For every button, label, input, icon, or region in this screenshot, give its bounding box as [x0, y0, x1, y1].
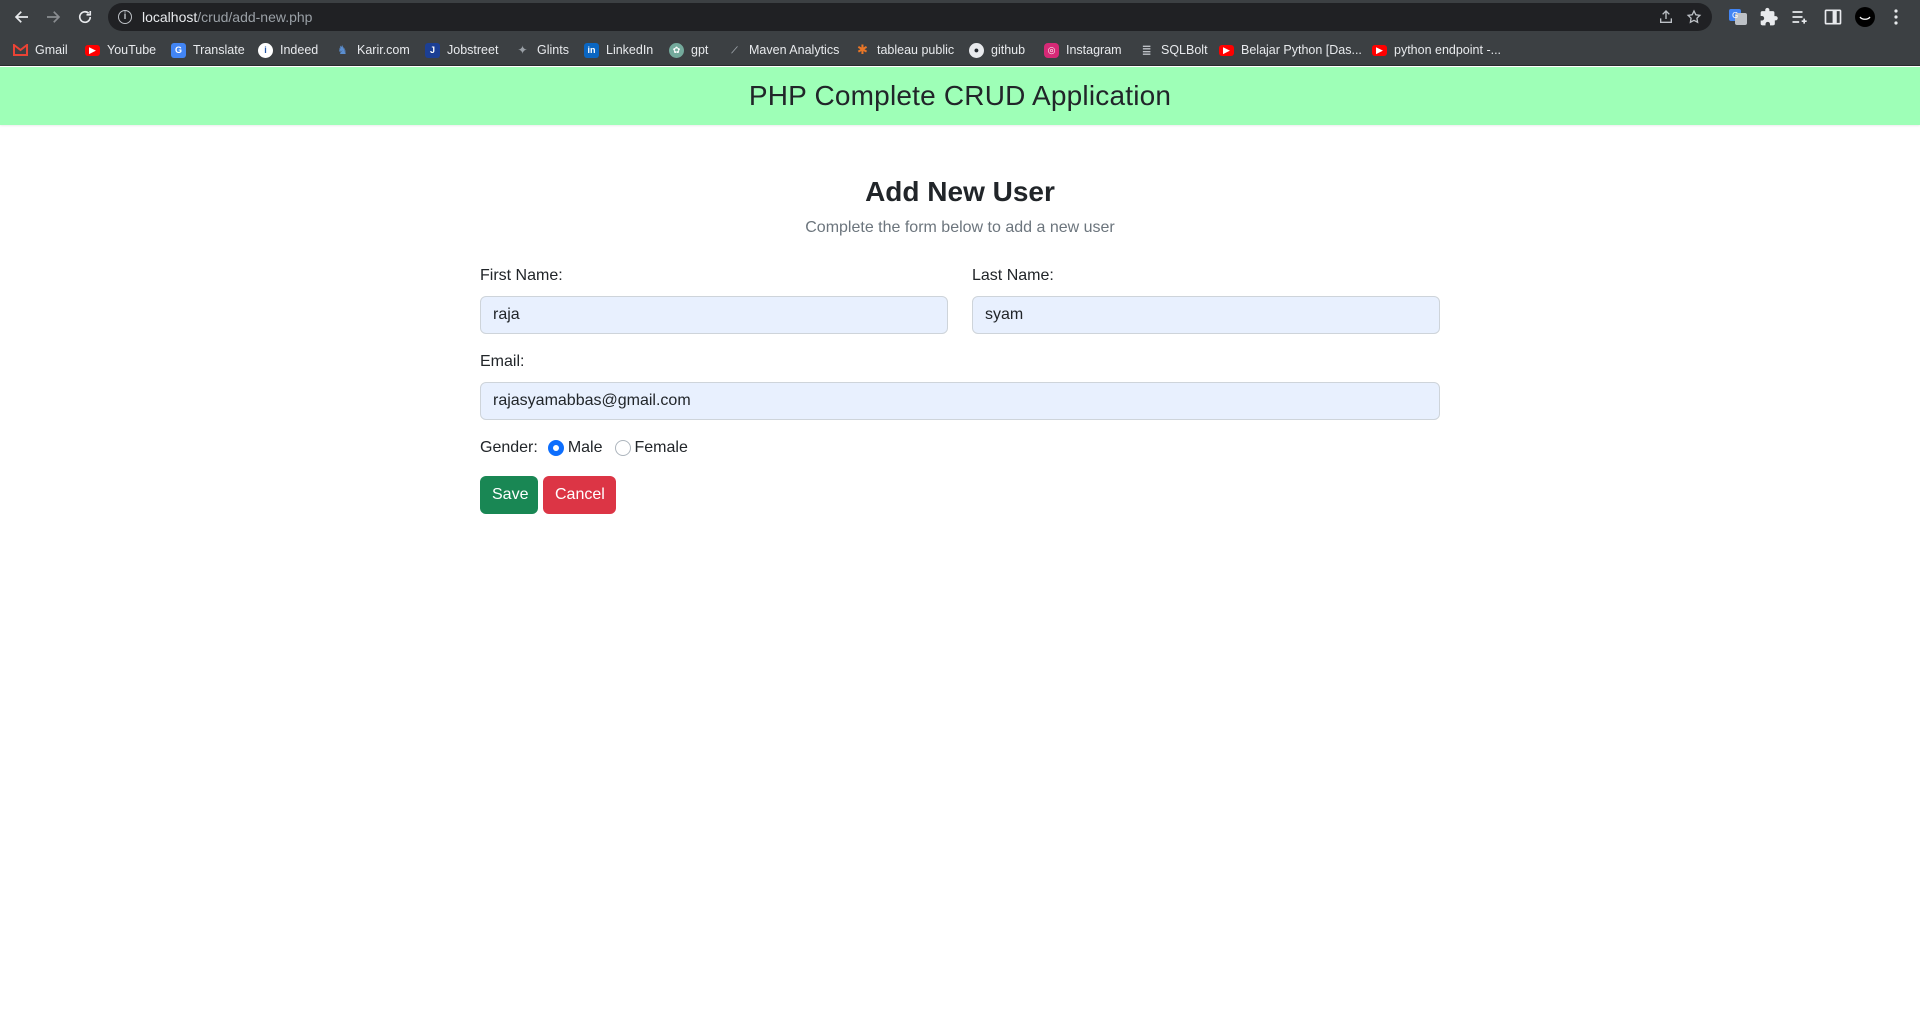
- indeed-icon: i: [258, 42, 273, 58]
- bookmark-label: Gmail: [35, 43, 68, 57]
- svg-text:G: G: [1732, 11, 1738, 20]
- bookmark-gmail[interactable]: Gmail: [13, 41, 68, 59]
- bookmark-label: LinkedIn: [606, 43, 654, 57]
- translate-icon: G: [171, 42, 186, 58]
- share-icon[interactable]: [1658, 9, 1674, 25]
- form-title: Add New User: [865, 176, 1055, 207]
- google-translate-extension-icon[interactable]: G: [1728, 7, 1748, 27]
- reading-list-icon[interactable]: [1790, 7, 1810, 27]
- profile-avatar-icon[interactable]: [1855, 7, 1875, 27]
- bookmark-maven-analytics[interactable]: ⟋ Maven Analytics: [727, 41, 839, 59]
- bookmark-label: Instagram: [1066, 43, 1122, 57]
- url-host: localhost: [142, 9, 198, 25]
- bookmark-sqlbolt[interactable]: ≣ SQLBolt: [1139, 41, 1208, 59]
- form-subtitle: Complete the form below to add a new use…: [805, 219, 1115, 236]
- bookmark-python-endpoint[interactable]: ▶ python endpoint -...: [1372, 41, 1501, 59]
- bookmark-label: github: [991, 43, 1026, 57]
- bookmark-star-icon[interactable]: [1686, 9, 1702, 25]
- bookmark-label: Karir.com: [357, 43, 410, 57]
- gender-male-label[interactable]: Male: [568, 439, 603, 457]
- forward-icon[interactable]: [40, 4, 66, 30]
- side-panel-icon[interactable]: [1823, 7, 1843, 27]
- bookmark-label: Translate: [193, 43, 245, 57]
- bookmark-label: Glints: [537, 43, 569, 57]
- instagram-icon: ◎: [1044, 42, 1059, 58]
- first-name-label: First Name:: [480, 267, 563, 284]
- address-bar[interactable]: i localhost/crud/add-new.php: [108, 3, 1712, 31]
- bookmark-label: gpt: [691, 43, 709, 57]
- bookmark-indeed[interactable]: i Indeed: [258, 41, 318, 59]
- bookmark-translate[interactable]: G Translate: [171, 41, 245, 59]
- karir-icon: ♞: [337, 43, 348, 57]
- extensions-puzzle-icon[interactable]: [1759, 7, 1779, 27]
- jobstreet-icon: J: [425, 42, 440, 58]
- gender-male-radio[interactable]: [547, 440, 564, 456]
- github-icon: ●: [969, 42, 984, 58]
- gender-female-label[interactable]: Female: [635, 439, 688, 457]
- bookmark-label: SQLBolt: [1161, 43, 1208, 57]
- browser-menu-icon[interactable]: [1886, 7, 1906, 27]
- url-path: /crud/add-new.php: [197, 9, 313, 25]
- tableau-icon: ✱: [857, 42, 868, 57]
- bookmark-youtube[interactable]: ▶ YouTube: [85, 41, 156, 59]
- site-info-icon[interactable]: i: [118, 10, 132, 24]
- last-name-label: Last Name:: [972, 267, 1054, 284]
- youtube-icon: ▶: [1219, 44, 1234, 56]
- youtube-icon: ▶: [1372, 44, 1387, 56]
- bookmark-instagram[interactable]: ◎ Instagram: [1044, 41, 1122, 59]
- gender-female-radio[interactable]: [614, 440, 631, 456]
- sqlbolt-icon: ≣: [1141, 43, 1152, 57]
- url-text: localhost/crud/add-new.php: [142, 9, 312, 25]
- save-button[interactable]: Save: [480, 476, 538, 514]
- browser-toolbar: i localhost/crud/add-new.php G: [0, 0, 1920, 34]
- bookmark-jobstreet[interactable]: J Jobstreet: [425, 41, 498, 59]
- reload-icon[interactable]: [72, 4, 98, 30]
- gmail-icon: [13, 43, 28, 58]
- email-input[interactable]: [480, 382, 1440, 420]
- linkedin-icon: in: [584, 42, 599, 58]
- bookmark-label: Jobstreet: [447, 43, 499, 57]
- last-name-input[interactable]: [972, 296, 1440, 334]
- bookmark-label: Maven Analytics: [749, 43, 840, 57]
- cancel-button[interactable]: Cancel: [543, 476, 616, 514]
- bookmark-github[interactable]: ● github: [969, 41, 1025, 59]
- bookmark-gpt[interactable]: ✿ gpt: [669, 41, 708, 59]
- chatgpt-icon: ✿: [669, 42, 684, 58]
- bookmark-karir[interactable]: ♞ Karir.com: [335, 41, 410, 59]
- bookmark-label: YouTube: [107, 43, 157, 57]
- bookmark-label: python endpoint -...: [1394, 43, 1502, 57]
- youtube-icon: ▶: [85, 44, 100, 56]
- gender-field: Gender: Male Female: [480, 437, 690, 459]
- bookmark-glints[interactable]: ✦ Glints: [515, 41, 569, 59]
- email-label: Email:: [480, 353, 525, 370]
- bookmark-label: Belajar Python [Das...: [1241, 43, 1362, 57]
- gender-label: Gender:: [480, 439, 538, 456]
- bookmark-linkedin[interactable]: in LinkedIn: [584, 41, 653, 59]
- back-icon[interactable]: [9, 4, 35, 30]
- app-header: PHP Complete CRUD Application: [0, 67, 1920, 125]
- bookmark-label: tableau public: [877, 43, 955, 57]
- bookmark-belajar-python[interactable]: ▶ Belajar Python [Das...: [1219, 41, 1362, 59]
- bookmark-tableau[interactable]: ✱ tableau public: [855, 41, 954, 59]
- app-title: PHP Complete CRUD Application: [748, 80, 1172, 111]
- first-name-input[interactable]: [480, 296, 948, 334]
- bookmark-label: Indeed: [280, 43, 319, 57]
- bookmarks-bar: Gmail ▶ YouTube G Translate i Indeed ♞ K…: [0, 34, 1920, 66]
- maven-icon: ⟋: [731, 44, 738, 55]
- glints-icon: ✦: [517, 43, 528, 57]
